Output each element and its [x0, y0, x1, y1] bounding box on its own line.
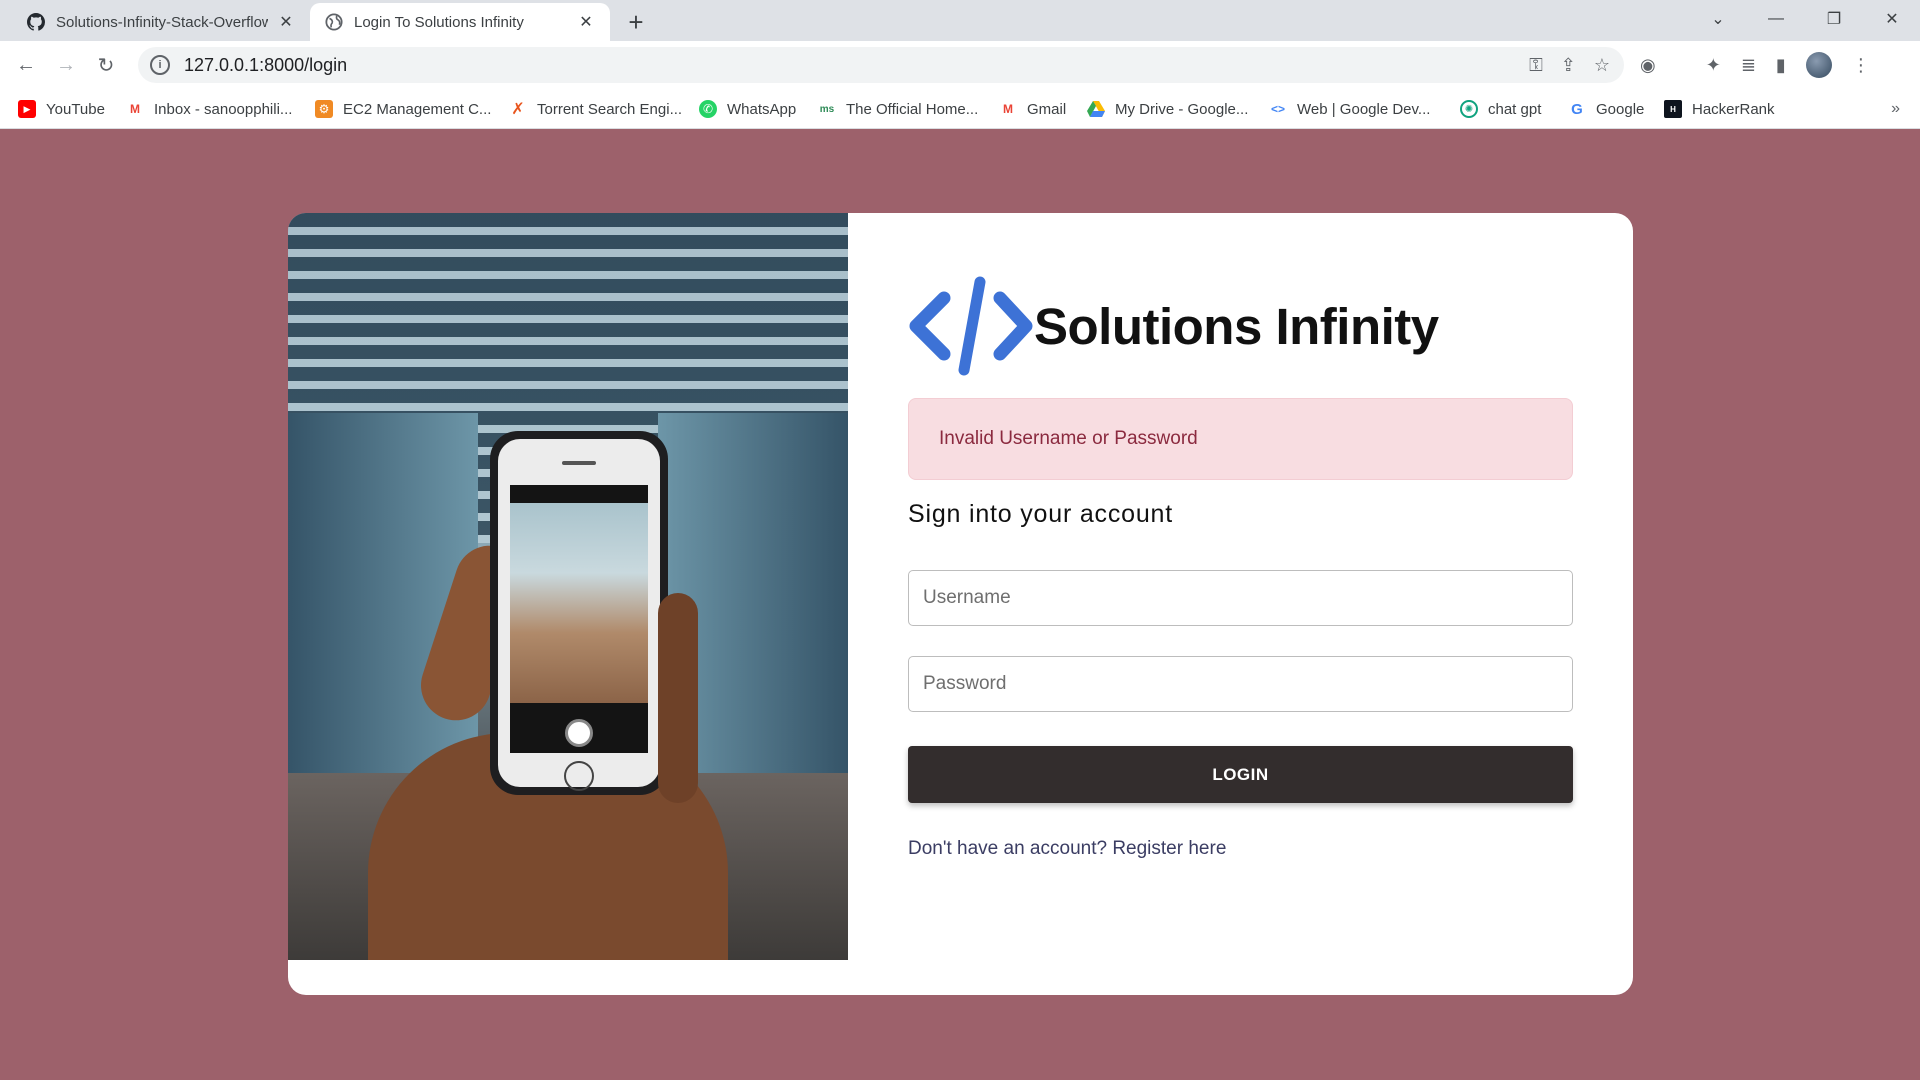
register-link[interactable]: Don't have an account? Register here	[908, 838, 1226, 860]
address-bar: ← → ↻ i 127.0.0.1:8000/login ⚿ ⇪ ☆ ◉ ✦ ≣…	[0, 41, 1920, 89]
site-icon: ms	[819, 103, 835, 115]
tab-title: Solutions-Infinity-Stack-Overflow	[56, 13, 268, 31]
bookmark-label: Web | Google Dev...	[1297, 100, 1431, 118]
key-icon[interactable]: ⚿	[1529, 55, 1543, 76]
youtube-icon: ▶	[18, 100, 36, 118]
tab-login-active[interactable]: Login To Solutions Infinity ✕	[310, 3, 610, 41]
bookmark-label: WhatsApp	[727, 100, 797, 118]
bookmark-gmail[interactable]: M Gmail	[999, 89, 1066, 129]
tab-github-repo[interactable]: Solutions-Infinity-Stack-Overflow ✕	[12, 3, 310, 41]
bookmark-ec2[interactable]: ⚙ EC2 Management C...	[315, 89, 491, 129]
bookmark-hackerrank[interactable]: H HackerRank	[1664, 89, 1775, 129]
bookmark-label: Inbox - sanoopphili...	[154, 100, 293, 118]
globe-icon	[324, 12, 344, 32]
reload-icon[interactable]: ↻	[92, 51, 120, 79]
bookmark-label: The Official Home...	[846, 100, 979, 118]
bookmark-official-home[interactable]: ms The Official Home...	[818, 89, 979, 129]
bookmarks-bar: ▶ YouTube M Inbox - sanoopphili... ⚙ EC2…	[0, 89, 1920, 129]
login-card: Solutions Infinity Invalid Username or P…	[288, 213, 1633, 995]
bookmarks-overflow-icon[interactable]: »	[1891, 89, 1900, 129]
minimize-icon[interactable]: —	[1748, 0, 1804, 38]
hackerrank-icon: H	[1664, 100, 1682, 118]
restore-icon[interactable]: ❐	[1806, 0, 1862, 38]
bookmark-torrent[interactable]: ✗ Torrent Search Engi...	[509, 89, 682, 129]
aws-icon: ⚙	[315, 100, 333, 118]
tab-title: Login To Solutions Infinity	[354, 13, 524, 31]
star-bookmark-icon[interactable]: ☆	[1594, 55, 1610, 76]
puzzle-extensions-icon[interactable]: ✦	[1706, 55, 1721, 76]
username-input[interactable]	[908, 570, 1573, 626]
code-icon: <>	[1270, 102, 1285, 116]
google-icon: G	[1571, 100, 1583, 118]
github-icon	[26, 12, 46, 32]
bookmark-inbox[interactable]: M Inbox - sanoopphili...	[126, 89, 292, 129]
bookmark-whatsapp[interactable]: ✆ WhatsApp	[699, 89, 796, 129]
bookmark-youtube[interactable]: ▶ YouTube	[18, 89, 105, 129]
share-icon[interactable]: ⇪	[1561, 55, 1576, 76]
gmail-icon: M	[1003, 102, 1013, 116]
error-alert: Invalid Username or Password	[908, 398, 1573, 480]
tab-bar: Solutions-Infinity-Stack-Overflow ✕ Logi…	[0, 0, 1920, 41]
phone-image	[490, 431, 668, 795]
back-arrow-icon[interactable]: ←	[12, 51, 40, 79]
bookmark-label: My Drive - Google...	[1115, 100, 1249, 118]
bookmark-label: HackerRank	[1692, 100, 1775, 118]
close-tab-icon[interactable]: ✕	[576, 12, 596, 32]
tab-search-chevron-icon[interactable]: ⌄	[1690, 0, 1746, 38]
bookmark-label: Google	[1596, 100, 1645, 118]
reading-list-icon[interactable]: ≣	[1741, 55, 1756, 76]
openai-icon: ✺	[1460, 100, 1478, 118]
side-panel-icon[interactable]: ▮	[1776, 55, 1786, 76]
x-icon: ✗	[511, 101, 525, 118]
code-brackets-logo-icon	[909, 276, 1033, 376]
profile-avatar-icon[interactable]	[1805, 52, 1832, 78]
bookmark-label: YouTube	[46, 100, 105, 118]
menu-kebab-icon[interactable]: ⋮	[1852, 55, 1870, 76]
forward-arrow-icon[interactable]: →	[52, 51, 80, 79]
bookmark-label: chat gpt	[1488, 100, 1542, 118]
bookmark-google-dev[interactable]: <> Web | Google Dev...	[1269, 89, 1430, 129]
site-info-icon[interactable]: i	[150, 55, 170, 75]
drive-icon	[1087, 100, 1105, 118]
hero-photo	[288, 213, 848, 960]
password-input[interactable]	[908, 656, 1573, 712]
omnibox[interactable]: i 127.0.0.1:8000/login ⚿ ⇪ ☆	[138, 47, 1624, 83]
url-text[interactable]: 127.0.0.1:8000/login	[184, 55, 347, 76]
bookmark-label: Torrent Search Engi...	[537, 100, 683, 118]
new-tab-plus-icon[interactable]: +	[622, 7, 650, 37]
login-button[interactable]: LOGIN	[908, 746, 1573, 803]
brand-name: Solutions Infinity	[1034, 297, 1439, 355]
window-close-icon[interactable]: ✕	[1864, 0, 1920, 38]
bookmark-label: EC2 Management C...	[343, 100, 492, 118]
sign-in-heading: Sign into your account	[908, 500, 1173, 528]
bookmark-chatgpt[interactable]: ✺ chat gpt	[1460, 89, 1541, 129]
brand-logo: Solutions Infinity	[908, 271, 1439, 381]
bookmark-google[interactable]: G Google	[1568, 89, 1644, 129]
whatsapp-icon: ✆	[699, 100, 717, 118]
close-tab-icon[interactable]: ✕	[276, 12, 296, 32]
bookmark-drive[interactable]: My Drive - Google...	[1087, 89, 1248, 129]
extension-g-icon[interactable]: ◉	[1640, 55, 1656, 76]
gmail-icon: M	[130, 102, 140, 116]
bookmark-label: Gmail	[1027, 100, 1067, 118]
